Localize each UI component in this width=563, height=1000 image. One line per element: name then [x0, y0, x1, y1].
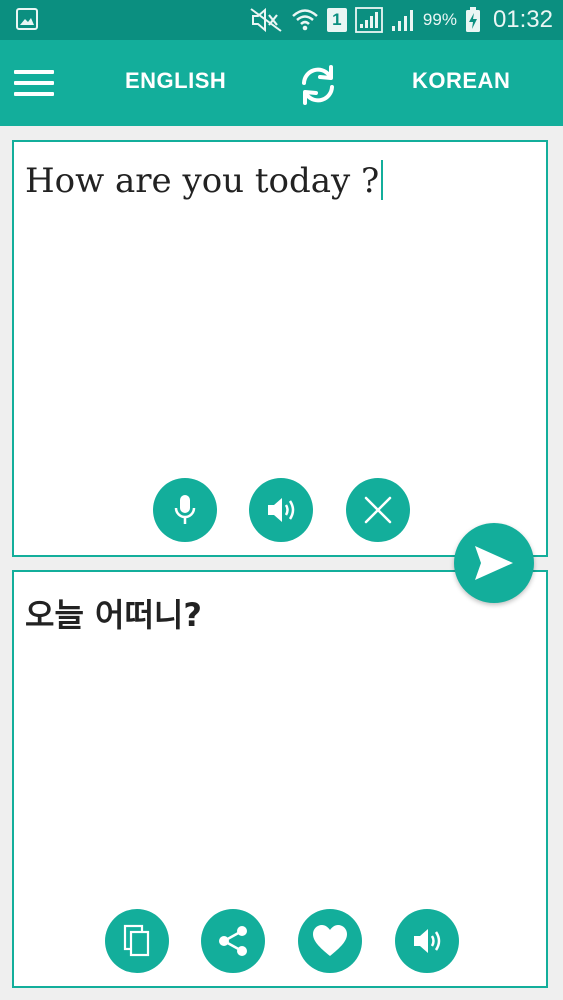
input-text-field[interactable]: How are you today ? — [25, 160, 384, 201]
app-bar: ENGLISH KOREAN — [0, 40, 563, 126]
send-icon — [475, 546, 513, 580]
signal-icon — [355, 7, 383, 33]
speaker-icon — [268, 498, 295, 522]
output-panel: 오늘 어떠니? — [12, 570, 548, 988]
status-bar: 1 99% 01:32 — [0, 0, 563, 40]
heart-icon — [313, 925, 347, 956]
text-cursor — [381, 160, 384, 200]
battery-percent: 99% — [422, 10, 457, 29]
swap-languages-button[interactable] — [294, 61, 342, 109]
microphone-button[interactable] — [153, 478, 217, 542]
translate-send-button[interactable] — [454, 523, 534, 603]
speak-output-button[interactable] — [395, 909, 459, 973]
copy-button[interactable] — [105, 909, 169, 973]
wifi-icon — [292, 9, 318, 31]
signal-icon — [391, 10, 413, 31]
input-panel: How are you today ? — [12, 140, 548, 557]
copy-icon — [123, 924, 150, 957]
status-icons: 1 99% 01:32 — [249, 4, 553, 36]
swap-icon — [302, 65, 334, 105]
clock: 01:32 — [492, 6, 553, 33]
menu-icon — [14, 70, 54, 74]
share-button[interactable] — [201, 909, 265, 973]
share-icon — [219, 926, 247, 956]
gallery-notification-icon — [16, 8, 38, 30]
battery-charging-icon — [465, 7, 480, 32]
target-language-button[interactable]: KOREAN — [412, 68, 510, 94]
speak-input-button[interactable] — [249, 478, 313, 542]
favorite-button[interactable] — [298, 909, 362, 973]
menu-button[interactable] — [14, 65, 54, 101]
input-text: How are you today ? — [25, 161, 380, 201]
sim-icon: 1 — [326, 8, 347, 32]
close-icon — [364, 496, 392, 524]
mute-icon — [250, 7, 282, 33]
speaker-icon — [414, 929, 441, 953]
source-language-button[interactable]: ENGLISH — [125, 68, 226, 94]
microphone-icon — [174, 495, 196, 524]
translated-text: 오늘 어떠니? — [25, 596, 202, 634]
clear-input-button[interactable] — [346, 478, 410, 542]
